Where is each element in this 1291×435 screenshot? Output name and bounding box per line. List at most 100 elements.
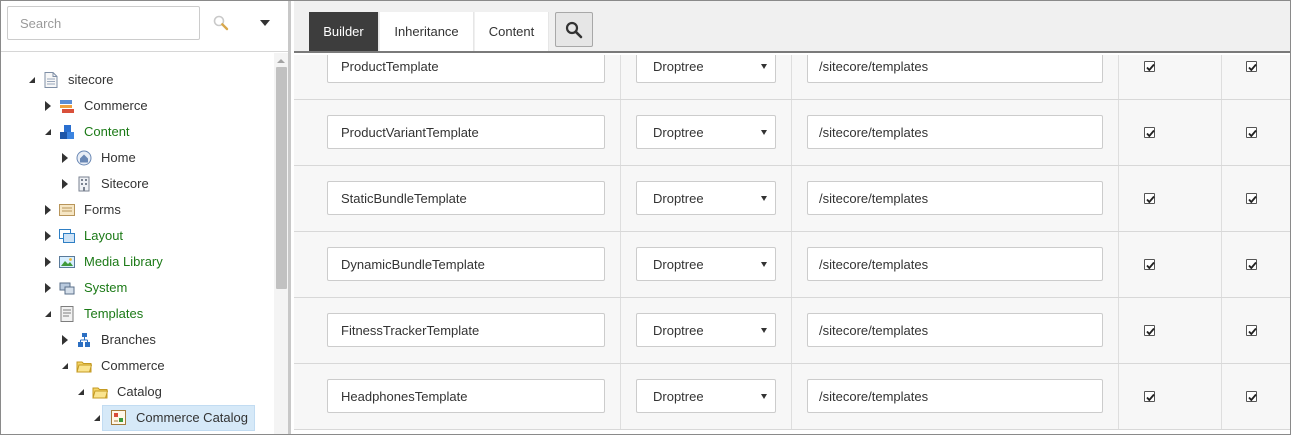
content-tree: sitecore Commerce Content Home Sitecore Forms…	[1, 53, 274, 434]
collapse-arrow-icon[interactable]	[41, 125, 55, 139]
search-button[interactable]	[207, 9, 235, 37]
field-row: Droptree	[294, 166, 1290, 232]
search-bar	[1, 1, 288, 52]
tab-content[interactable]: Content	[475, 12, 549, 51]
field-type-select[interactable]: Droptree	[636, 247, 776, 281]
search-options-dropdown[interactable]	[253, 11, 277, 35]
field-type-value: Droptree	[653, 190, 704, 206]
checkmark-icon	[1146, 393, 1155, 402]
collapse-arrow-icon[interactable]	[74, 385, 88, 399]
shared-checkbox[interactable]	[1246, 325, 1257, 336]
column-divider	[1118, 55, 1119, 99]
tree-node-label: Content	[84, 124, 130, 139]
expand-arrow-icon[interactable]	[58, 333, 72, 347]
tree-node-label: Commerce	[84, 98, 148, 113]
editor-search-button[interactable]	[555, 12, 593, 47]
scrollbar-thumb[interactable]	[276, 67, 287, 289]
tree-node[interactable]: Templates	[41, 301, 146, 327]
checkmark-icon	[1146, 327, 1155, 336]
expand-arrow-icon[interactable]	[41, 281, 55, 295]
tree-node[interactable]: Catalog	[74, 379, 165, 405]
unversioned-checkbox[interactable]	[1144, 61, 1155, 72]
column-divider	[1118, 232, 1119, 297]
field-source-input[interactable]	[807, 379, 1103, 413]
checkmark-icon	[1248, 261, 1257, 270]
unversioned-checkbox[interactable]	[1144, 391, 1155, 402]
tree-node[interactable]: sitecore	[25, 67, 117, 93]
field-name-input[interactable]	[327, 55, 605, 83]
field-source-input[interactable]	[807, 313, 1103, 347]
field-source-input[interactable]	[807, 115, 1103, 149]
tree-node[interactable]: Layout	[41, 223, 126, 249]
collapse-arrow-icon[interactable]	[41, 307, 55, 321]
field-row: Droptree	[294, 100, 1290, 166]
tree-node[interactable]: Content	[41, 119, 133, 145]
tree-node[interactable]: Branches	[58, 327, 159, 353]
unversioned-checkbox[interactable]	[1144, 127, 1155, 138]
tree-node[interactable]: Media Library	[41, 249, 166, 275]
unversioned-checkbox[interactable]	[1144, 259, 1155, 270]
column-divider	[1221, 232, 1222, 297]
home-icon	[76, 150, 92, 166]
field-type-select[interactable]: Droptree	[636, 55, 776, 83]
shared-checkbox[interactable]	[1246, 391, 1257, 402]
fields-grid: Droptree Droptree Droptree Droptree Droptree…	[294, 55, 1290, 434]
field-name-input[interactable]	[327, 247, 605, 281]
tree-scrollbar[interactable]	[274, 53, 288, 434]
field-source-input[interactable]	[807, 55, 1103, 83]
templates-icon	[59, 306, 75, 322]
field-name-input[interactable]	[327, 115, 605, 149]
tree-node[interactable]: Commerce	[58, 353, 168, 379]
tab-inheritance[interactable]: Inheritance	[380, 12, 474, 51]
tree-node[interactable]: Home	[58, 145, 139, 171]
field-name-input[interactable]	[327, 379, 605, 413]
field-name-input[interactable]	[327, 313, 605, 347]
column-divider	[620, 55, 621, 99]
tree-node[interactable]: Commerce	[41, 93, 151, 119]
field-source-input[interactable]	[807, 181, 1103, 215]
field-type-select[interactable]: Droptree	[636, 379, 776, 413]
field-source-input[interactable]	[807, 247, 1103, 281]
scroll-up-arrow-icon[interactable]	[277, 59, 285, 63]
tree-node-label: Media Library	[84, 254, 163, 269]
select-caret-icon	[761, 64, 767, 69]
unversioned-checkbox[interactable]	[1144, 325, 1155, 336]
tree-node[interactable]: Sitecore	[58, 171, 152, 197]
search-icon	[565, 21, 583, 38]
tab-builder[interactable]: Builder	[309, 12, 379, 51]
collapse-arrow-icon[interactable]	[25, 73, 39, 87]
shared-checkbox[interactable]	[1246, 193, 1257, 204]
tree-node[interactable]: Forms	[41, 197, 124, 223]
expand-arrow-icon[interactable]	[58, 177, 72, 191]
shared-checkbox[interactable]	[1246, 61, 1257, 72]
field-type-select[interactable]: Droptree	[636, 115, 776, 149]
search-input[interactable]	[7, 6, 200, 40]
column-divider	[791, 100, 792, 165]
column-divider	[791, 232, 792, 297]
unversioned-checkbox[interactable]	[1144, 193, 1155, 204]
expand-arrow-icon[interactable]	[58, 151, 72, 165]
commerce-icon	[59, 98, 75, 114]
expand-arrow-icon[interactable]	[41, 203, 55, 217]
shared-checkbox[interactable]	[1246, 127, 1257, 138]
collapse-arrow-icon[interactable]	[58, 359, 72, 373]
folder-icon	[92, 384, 108, 400]
field-type-select[interactable]: Droptree	[636, 313, 776, 347]
expand-arrow-icon[interactable]	[41, 255, 55, 269]
tree-node-label: Branches	[101, 332, 156, 347]
tree-node-label: Home	[101, 150, 136, 165]
expand-arrow-icon[interactable]	[41, 99, 55, 113]
expand-arrow-icon[interactable]	[41, 229, 55, 243]
field-name-input[interactable]	[327, 181, 605, 215]
checkmark-icon	[1146, 261, 1155, 270]
column-divider	[1221, 55, 1222, 99]
field-type-select[interactable]: Droptree	[636, 181, 776, 215]
tree-node[interactable]: Commerce Catalog	[90, 405, 255, 431]
column-divider	[1118, 364, 1119, 429]
checkmark-icon	[1248, 63, 1257, 72]
select-caret-icon	[761, 130, 767, 135]
shared-checkbox[interactable]	[1246, 259, 1257, 270]
tree-node-label: Layout	[84, 228, 124, 243]
column-divider	[1221, 166, 1222, 231]
tree-node[interactable]: System	[41, 275, 130, 301]
